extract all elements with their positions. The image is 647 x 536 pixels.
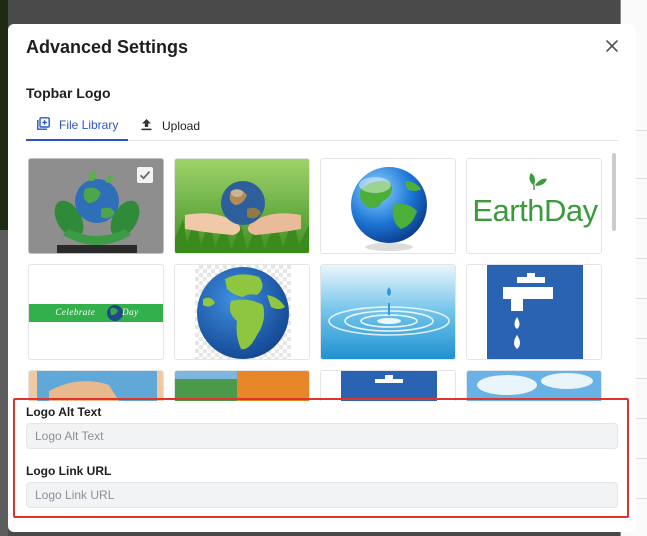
tab-upload-label: Upload [162, 119, 201, 133]
topbar-logo-label: Topbar Logo [26, 85, 111, 101]
highlight-outline [13, 398, 629, 518]
upload-icon [140, 118, 153, 134]
advanced-settings-modal: Advanced Settings Topbar Logo File Libra… [8, 24, 636, 532]
close-icon[interactable] [604, 38, 620, 54]
library-image-row3-3[interactable] [320, 370, 456, 401]
check-icon [137, 167, 153, 183]
library-scrollbar[interactable] [612, 153, 616, 231]
library-image-earthday-wordmark[interactable]: EarthDay [466, 158, 602, 254]
library-image-earth-hands-logo[interactable] [28, 158, 164, 254]
file-library-grid: EarthDay Celebrate Day [26, 151, 616, 401]
library-image-row3-1[interactable] [28, 370, 164, 401]
tab-upload[interactable]: Upload [140, 111, 200, 141]
modal-title: Advanced Settings [26, 37, 189, 57]
add-image-icon [37, 117, 50, 133]
library-image-globe-africa-europe[interactable] [174, 264, 310, 360]
library-image-celebrate-earth-day-banner[interactable]: Celebrate Day [28, 264, 164, 360]
earthday-wordmark-text: EarthDay [472, 193, 598, 228]
library-image-hands-holding-globe-photo[interactable] [174, 158, 310, 254]
logo-source-tabs: File Library Upload [26, 111, 618, 141]
tab-file-library-label: File Library [59, 118, 119, 132]
library-image-glossy-globe[interactable] [320, 158, 456, 254]
tab-file-library[interactable]: File Library [26, 111, 128, 141]
library-image-row3-2[interactable] [174, 370, 310, 401]
library-image-row3-4[interactable] [466, 370, 602, 401]
library-image-water-drop-ripple[interactable] [320, 264, 456, 360]
celebrate-banner-text: Celebrate Day [55, 307, 139, 317]
background-page-edge-lower [0, 230, 8, 536]
library-image-water-tap-drops[interactable] [466, 264, 602, 360]
